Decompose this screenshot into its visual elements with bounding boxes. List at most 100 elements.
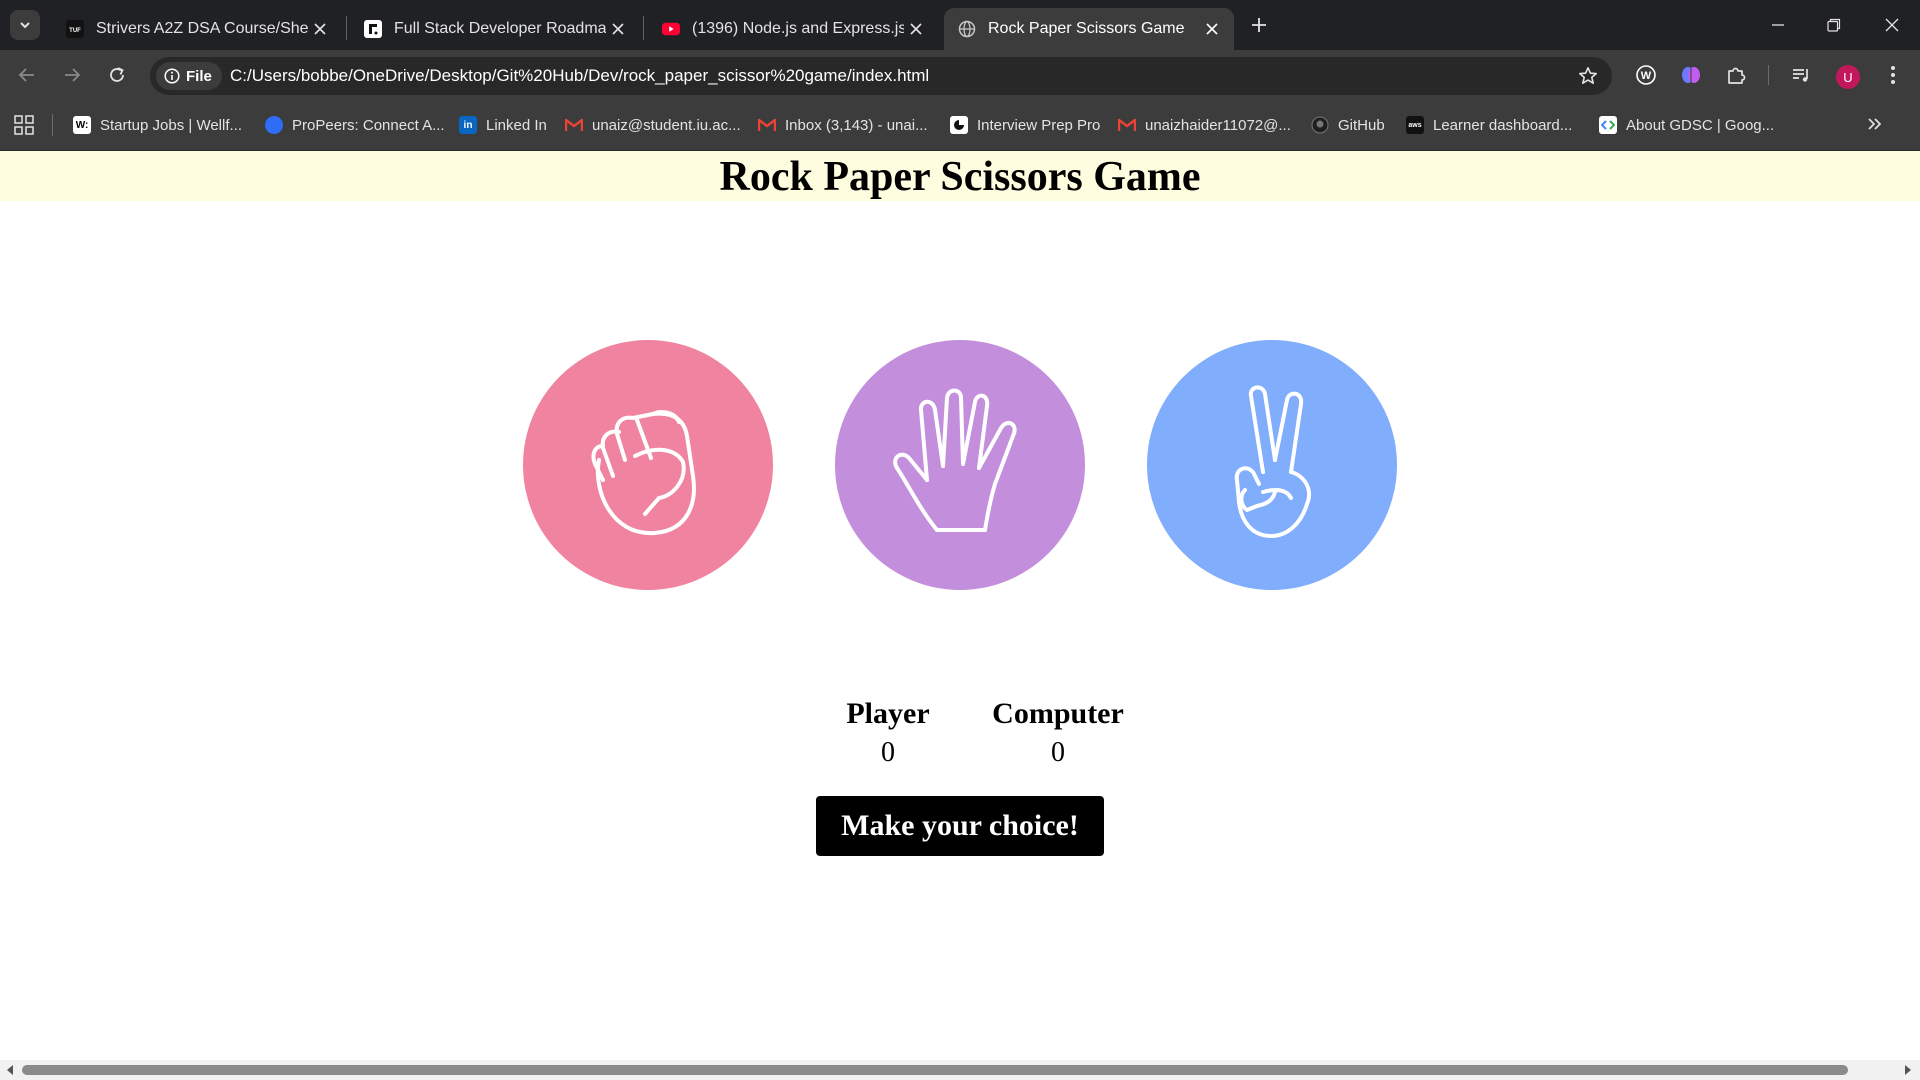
bookmark-label: ProPeers: Connect A... — [292, 116, 445, 134]
globe-icon — [958, 20, 976, 38]
rock-choice[interactable] — [523, 340, 773, 590]
close-icon — [1885, 18, 1899, 32]
bookmarks-separator — [52, 114, 53, 136]
propeers-icon — [265, 116, 283, 134]
game-header: Rock Paper Scissors Game — [0, 151, 1920, 201]
youtube-icon — [662, 20, 680, 38]
restore-button[interactable] — [1806, 0, 1862, 50]
close-tab-icon[interactable] — [606, 17, 630, 41]
reload-icon — [110, 67, 124, 82]
tab-search-button[interactable] — [10, 10, 40, 40]
scrollbar-thumb[interactable] — [22, 1065, 1848, 1075]
close-tab-icon[interactable] — [904, 17, 928, 41]
scissors-peace-icon — [1234, 385, 1311, 538]
apps-grid-icon[interactable] — [14, 115, 34, 140]
tab-rock-paper-scissors[interactable]: Rock Paper Scissors Game — [944, 8, 1234, 50]
paper-choice[interactable] — [835, 340, 1085, 590]
menu-kebab-icon[interactable] — [1880, 62, 1906, 88]
arrow-right-icon — [65, 68, 81, 82]
plus-icon — [1252, 18, 1266, 32]
minimize-button[interactable] — [1750, 0, 1806, 50]
horizontal-scrollbar[interactable] — [0, 1060, 1920, 1080]
bookmark-label: Startup Jobs | Wellf... — [100, 116, 243, 134]
chevron-down-icon — [20, 22, 30, 29]
site-info-chip[interactable]: File — [156, 62, 222, 90]
tab-roadmap[interactable]: Full Stack Developer Roadmap — [350, 8, 640, 50]
bookmark-label: unaizhaider11072@... — [1145, 116, 1291, 134]
arrow-left-icon — [18, 68, 34, 82]
browser-toolbar: File C:/Users/bobbe/OneDrive/Desktop/Git… — [0, 50, 1920, 100]
svg-text:W: W — [1641, 70, 1652, 82]
profile-avatar[interactable]: U — [1836, 65, 1860, 89]
media-control-icon[interactable] — [1788, 62, 1814, 88]
restore-icon — [1827, 18, 1841, 32]
star-icon — [1579, 67, 1597, 84]
bookmark-gmail-student[interactable]: unaiz@student.iu.ac... — [565, 114, 741, 136]
player-score-value: 0 — [881, 737, 895, 768]
tuf-icon: TUF — [66, 20, 84, 38]
tab-title: (1396) Node.js and Express.js - F — [692, 20, 904, 37]
rock-fist-icon — [591, 410, 696, 536]
gmail-icon — [565, 116, 583, 134]
forward-button[interactable] — [56, 59, 88, 91]
svg-text:TUF: TUF — [69, 28, 81, 34]
bookmark-propeers[interactable]: ProPeers: Connect A... — [265, 114, 445, 136]
tab-separator — [346, 16, 347, 40]
bookmark-label: Interview Prep Pro — [977, 116, 1101, 134]
page-content: Rock Paper Scissors Game Player 0 Comput… — [0, 151, 1920, 1060]
bookmark-label: About GDSC | Goog... — [1626, 116, 1775, 134]
github-icon — [1311, 116, 1329, 134]
paper-hand-icon — [893, 388, 1017, 532]
info-icon — [164, 68, 180, 84]
wellfound-icon: W: — [73, 116, 91, 134]
extensions-puzzle-icon[interactable] — [1723, 62, 1749, 88]
page-title: Rock Paper Scissors Game — [719, 154, 1201, 200]
tab-title: Full Stack Developer Roadmap — [394, 20, 606, 37]
roadmap-icon — [364, 20, 382, 38]
bookmark-interview-prep[interactable]: Interview Prep Pro — [950, 114, 1100, 136]
site-chip-label: File — [186, 67, 212, 85]
tab-title: Strivers A2Z DSA Course/Sheet — [96, 20, 308, 37]
gdsc-icon — [1599, 116, 1617, 134]
more-bookmarks-icon[interactable] — [1866, 115, 1884, 138]
brain-extension-icon[interactable] — [1678, 62, 1704, 88]
tab-youtube[interactable]: (1396) Node.js and Express.js - F — [648, 8, 938, 50]
bookmark-label: unaiz@student.iu.ac... — [592, 116, 741, 134]
computer-score-label: Computer — [992, 697, 1124, 730]
bookmark-github[interactable]: GitHub — [1311, 114, 1385, 136]
gmail-icon — [758, 116, 776, 134]
close-window-button[interactable] — [1864, 0, 1920, 50]
address-bar[interactable]: File C:/Users/bobbe/OneDrive/Desktop/Git… — [150, 57, 1612, 95]
bookmark-label: GitHub — [1338, 116, 1385, 134]
scroll-right-icon[interactable] — [1902, 1064, 1914, 1076]
scroll-left-icon[interactable] — [4, 1064, 16, 1076]
tab-strip: TUF Strivers A2Z DSA Course/Sheet Full S… — [0, 0, 1920, 50]
toolbar-separator — [1768, 65, 1769, 85]
bookmark-label: Linked In — [486, 116, 547, 134]
linkedin-icon: in — [459, 116, 477, 134]
bookmark-gmail-inbox[interactable]: Inbox (3,143) - unai... — [758, 114, 928, 136]
scissors-choice[interactable] — [1147, 340, 1397, 590]
interview-icon — [950, 116, 968, 134]
bookmark-gmail-personal[interactable]: unaizhaider11072@... — [1118, 114, 1291, 136]
bookmark-label: Learner dashboard... — [1433, 116, 1573, 134]
back-button[interactable] — [11, 59, 43, 91]
computer-score: Computer 0 — [983, 697, 1133, 769]
tab-separator — [643, 16, 644, 40]
message-box: Make your choice! — [816, 796, 1104, 856]
bookmark-label: Inbox (3,143) - unai... — [785, 116, 928, 134]
bookmark-star-button[interactable] — [1576, 64, 1600, 88]
bookmark-linkedin[interactable]: in Linked In — [459, 114, 547, 136]
close-tab-icon[interactable] — [308, 17, 332, 41]
aws-icon: aws — [1406, 116, 1424, 134]
wordtune-extension-icon[interactable]: W — [1633, 62, 1659, 88]
reload-button[interactable] — [101, 59, 133, 91]
bookmark-wellfound[interactable]: W: Startup Jobs | Wellf... — [73, 114, 242, 136]
close-tab-icon[interactable] — [1200, 17, 1224, 41]
new-tab-button[interactable] — [1244, 10, 1274, 40]
tab-strivers[interactable]: TUF Strivers A2Z DSA Course/Sheet — [52, 8, 342, 50]
url-text[interactable]: C:/Users/bobbe/OneDrive/Desktop/Git%20Hu… — [230, 66, 929, 86]
bookmark-gdsc[interactable]: About GDSC | Goog... — [1599, 114, 1774, 136]
bookmarks-bar: W: Startup Jobs | Wellf... ProPeers: Con… — [0, 100, 1920, 151]
bookmark-learner-dashboard[interactable]: aws Learner dashboard... — [1406, 114, 1572, 136]
